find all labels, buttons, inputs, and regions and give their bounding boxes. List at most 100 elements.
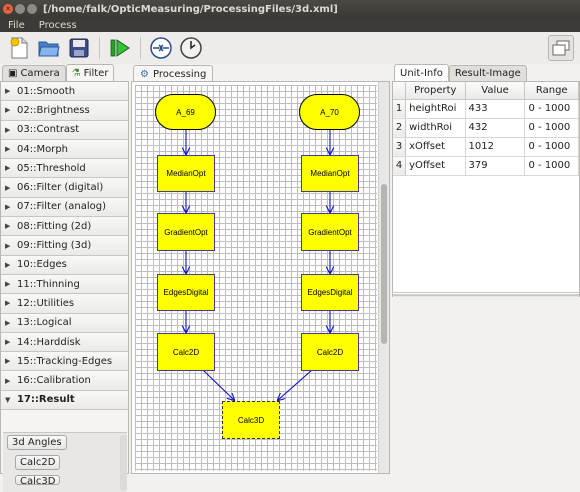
step-label: 09::Fitting (3d) xyxy=(17,240,92,252)
window-button[interactable] xyxy=(548,35,574,61)
clock-button[interactable] xyxy=(178,35,204,61)
node-a70[interactable]: A_70 xyxy=(299,94,360,130)
cell-property[interactable]: widthRoi xyxy=(405,118,466,138)
step-thinning[interactable]: ▶ 11::Thinning xyxy=(1,274,128,295)
save-button[interactable] xyxy=(66,35,92,61)
step-smooth[interactable]: ▶ 01::Smooth xyxy=(1,82,128,102)
step-contrast[interactable]: ▶ 03::Contrast xyxy=(1,120,128,140)
tab-result-image[interactable]: Result-Image xyxy=(448,65,527,81)
window-icon xyxy=(552,40,570,56)
expand-arrow-icon: ▶ xyxy=(5,241,11,250)
table-row[interactable]: 4 yOffset 379 0 - 1000 xyxy=(393,156,579,176)
cell-value[interactable]: 379 xyxy=(465,156,526,176)
step-fitting-3d[interactable]: ▶ 09::Fitting (3d) xyxy=(1,236,128,256)
camera-icon: ▣ xyxy=(8,68,18,79)
step-label: 05::Threshold xyxy=(17,162,86,174)
step-utilities[interactable]: ▶ 12::Utilities xyxy=(1,294,128,314)
new-file-button[interactable] xyxy=(6,35,32,61)
step-morph[interactable]: ▶ 04::Morph xyxy=(1,139,128,160)
node-calc2d-left[interactable]: Calc2D xyxy=(157,333,215,371)
node-a69[interactable]: A_69 xyxy=(155,94,216,130)
expand-arrow-icon: ▶ xyxy=(5,338,11,346)
node-calc2d-right[interactable]: Calc2D xyxy=(301,333,359,371)
step-filter-digital[interactable]: ▶ 06::Filter (digital) xyxy=(1,178,128,198)
expand-arrow-icon: ▶ xyxy=(5,164,11,173)
open-button[interactable] xyxy=(36,35,62,61)
step-label: 14::Harddisk xyxy=(17,336,81,348)
tab-processing[interactable]: ⚙ Processing xyxy=(133,65,214,82)
cell-property[interactable]: yOffset xyxy=(405,156,466,176)
table-corner xyxy=(393,82,407,100)
right-panel: Unit-Info Result-Image Property Value Ra… xyxy=(392,64,580,479)
expand-arrow-icon: ▶ xyxy=(5,222,11,231)
cell-property[interactable]: heightRoi xyxy=(405,99,466,119)
table-row[interactable]: 1 heightRoi 433 0 - 1000 xyxy=(393,99,579,119)
result-scrollbar[interactable] xyxy=(120,435,127,491)
step-list: ▶ 01::Smooth ▶ 02::Brightness ▶ 03::Contras… xyxy=(0,81,129,492)
table-row[interactable]: 2 widthRoi 432 0 - 1000 xyxy=(393,118,579,138)
maximize-icon[interactable] xyxy=(27,4,37,14)
table-row[interactable]: 3 xOffset 1012 0 - 1000 xyxy=(393,137,579,157)
header-range[interactable]: Range xyxy=(524,82,579,100)
step-label: 10::Edges xyxy=(17,259,67,271)
step-brightness[interactable]: ▶ 02::Brightness xyxy=(1,101,128,121)
processing-canvas[interactable]: A_69 A_70 MedianOpt MedianOpt GradientOp… xyxy=(131,81,390,474)
menu-process[interactable]: Process xyxy=(39,20,77,31)
step-edges[interactable]: ▶ 10::Edges xyxy=(1,255,128,275)
step-label: 01::Smooth xyxy=(17,85,76,97)
expand-arrow-icon: ▶ xyxy=(5,280,11,289)
run-button[interactable] xyxy=(107,35,133,61)
node-edges-right[interactable]: EdgesDigital xyxy=(301,274,359,311)
canvas-vertical-scrollbar[interactable] xyxy=(378,82,389,473)
step-fitting-2d[interactable]: ▶ 08::Fitting (2d) xyxy=(1,217,128,237)
result-calc2d-button[interactable]: Calc2D xyxy=(15,455,61,470)
cell-value[interactable]: 433 xyxy=(465,99,526,119)
node-calc3d[interactable]: Calc3D xyxy=(222,401,280,439)
step-filter-analog[interactable]: ▶ 07::Filter (analog) xyxy=(1,197,128,218)
save-icon xyxy=(69,38,89,58)
step-logical[interactable]: ▶ 13::Logical xyxy=(1,313,128,333)
tab-filter[interactable]: ⚗ Filter xyxy=(65,64,115,81)
row-number: 4 xyxy=(393,156,407,176)
cell-range[interactable]: 0 - 1000 xyxy=(524,137,579,157)
header-value[interactable]: Value xyxy=(465,82,526,100)
cell-range[interactable]: 0 - 1000 xyxy=(524,118,579,138)
step-label: 17::Result xyxy=(17,394,75,406)
title-bar: ✕ [/home/falk/OpticMeasuring/ProcessingF… xyxy=(0,0,580,18)
tab-unit-info[interactable]: Unit-Info xyxy=(394,64,449,81)
row-number: 3 xyxy=(393,137,407,157)
header-property[interactable]: Property xyxy=(405,82,466,100)
step-label: 04::Morph xyxy=(17,143,69,155)
node-edges-left[interactable]: EdgesDigital xyxy=(157,274,215,311)
tab-camera[interactable]: ▣ Camera xyxy=(2,65,66,81)
step-result[interactable]: ▼ 17::Result xyxy=(1,390,128,411)
close-icon[interactable]: ✕ xyxy=(3,4,13,14)
cell-range[interactable]: 0 - 1000 xyxy=(524,156,579,176)
result-calc3d-button[interactable]: Calc3D xyxy=(15,475,61,485)
expand-arrow-icon: ▶ xyxy=(5,202,11,211)
minimize-icon[interactable] xyxy=(15,4,25,14)
scrollbar-thumb[interactable] xyxy=(381,184,387,344)
tab-label: Filter xyxy=(83,67,109,79)
step-harddisk[interactable]: ▶ 14::Harddisk xyxy=(1,332,128,353)
cell-value[interactable]: 1012 xyxy=(465,137,526,157)
result-3d-angles-button[interactable]: 3d Angles xyxy=(7,435,67,450)
connect-button[interactable] xyxy=(148,35,174,61)
menu-file[interactable]: File xyxy=(8,20,25,31)
step-tracking-edges[interactable]: ▶ 15::Tracking-Edges xyxy=(1,352,128,372)
row-number: 1 xyxy=(393,99,407,119)
cell-range[interactable]: 0 - 1000 xyxy=(524,99,579,119)
step-label: 12::Utilities xyxy=(17,297,75,309)
step-label: 11::Thinning xyxy=(17,278,80,290)
cell-value[interactable]: 432 xyxy=(465,118,526,138)
expand-arrow-icon: ▼ xyxy=(5,395,11,404)
expand-arrow-icon: ▶ xyxy=(5,260,11,269)
step-calibration[interactable]: ▶ 16::Calibration xyxy=(1,371,128,391)
step-threshold[interactable]: ▶ 05::Threshold xyxy=(1,159,128,179)
node-gradient-right[interactable]: GradientOpt xyxy=(301,213,359,251)
cell-property[interactable]: xOffset xyxy=(405,137,466,157)
node-median-right[interactable]: MedianOpt xyxy=(301,155,359,192)
pane-splitter[interactable] xyxy=(392,292,580,296)
node-gradient-left[interactable]: GradientOpt xyxy=(157,213,215,251)
node-median-left[interactable]: MedianOpt xyxy=(157,155,215,192)
